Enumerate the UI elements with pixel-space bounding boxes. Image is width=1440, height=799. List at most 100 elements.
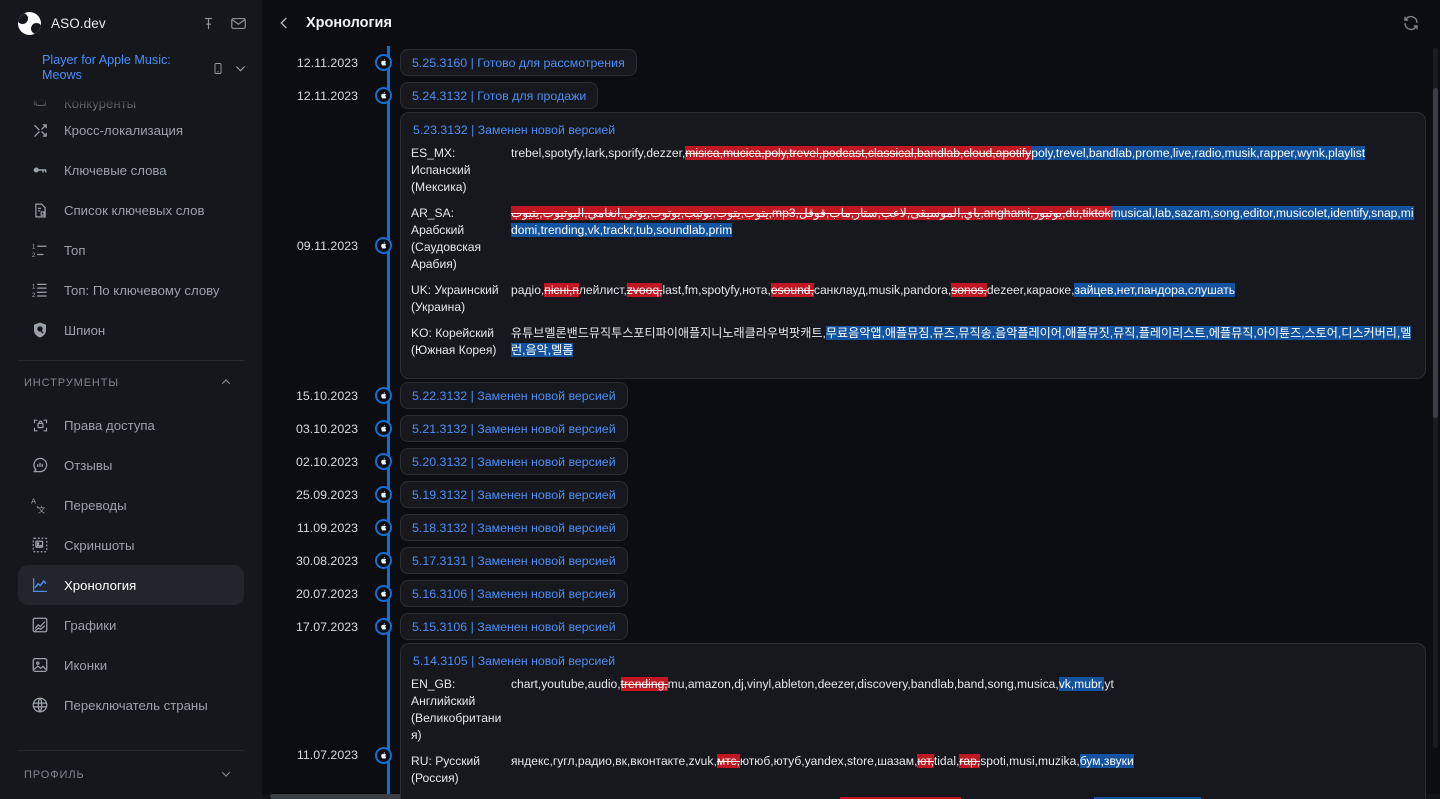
version-card-title: 5.14.3105 | Заменен новой версией [413,654,616,668]
keyword-added: vk,mubr, [1058,677,1105,691]
timeline-version-row: 12.11.2023 5.25.3160 | Готово для рассмот… [262,46,1426,79]
access-rights-icon [30,415,50,435]
charts-icon [30,615,50,635]
app-selector-name: Player for Apple Music: Meows [42,53,171,82]
chevron-up-icon[interactable] [220,376,232,391]
version-chip[interactable]: 5.22.3132 | Заменен новой версией [400,382,628,409]
chevron-down-icon[interactable] [220,768,232,783]
sidebar-item-timeline[interactable]: Хронология [18,565,244,605]
timeline-version-row: 20.07.2023 5.16.3106 | Заменен новой верс… [262,577,1426,610]
keyword-added: poly,trevel,bandlab,prome,live,radio,mus… [1031,146,1366,160]
apple-icon [374,87,392,104]
keyword-unchanged: trebel,spotyfy,lark,sporify,dezzer, [511,146,686,160]
version-chip[interactable]: 5.16.3106 | Заменен новой версией [400,580,628,607]
apple-icon [374,519,392,536]
shuffle-icon [30,120,50,140]
version-chip[interactable]: 5.15.3106 | Заменен новой версией [400,613,628,640]
chevron-down-icon[interactable] [232,62,248,75]
version-chip[interactable]: 5.25.3160 | Готово для рассмотрения [400,49,637,76]
keyword-unchanged: ютюб,ютуб,yandex,store,шазам, [739,754,918,768]
timeline-marker-cell [366,237,400,254]
version-card-title: 5.23.3132 | Заменен новой версией [413,123,616,137]
apple-icon [374,420,392,437]
app-root: ASO.dev Player for Apple Music: Meows Сп… [0,0,1440,799]
sidebar-item-access-rights[interactable]: Права доступа [18,405,244,445]
brand-logo-icon [18,11,41,35]
locale-diff-row: AR_SA: Арабский (Саудовская Арабия) du,ti… [411,205,1415,273]
sidebar-item-top-by-keyword[interactable]: 1 2 Топ: По ключевому слову [18,270,244,310]
sidebar-item-spy[interactable]: Шпион [18,310,244,350]
pin-icon[interactable] [198,13,218,33]
version-chip[interactable]: 5.17.3131 | Заменен новой версией [400,547,628,574]
timeline-version-row: 25.09.2023 5.19.3132 | Заменен новой верс… [262,478,1426,511]
main-panel: Хронология 12.11.2023 5.25.3160 | Готово … [262,0,1440,799]
timeline-marker-cell [366,87,400,104]
refresh-icon[interactable] [1400,12,1422,34]
svg-text:文: 文 [38,505,46,515]
apple-icon [374,552,392,569]
mail-icon[interactable] [228,13,248,33]
sidebar-item-icons[interactable]: Иконки [18,645,244,685]
version-chip[interactable]: 5.19.3132 | Заменен новой версией [400,481,628,508]
sidebar-item-reviews[interactable]: Отзывы [18,445,244,485]
version-chip[interactable]: 5.21.3132 | Заменен новой версией [400,415,628,442]
keyword-unchanged: last,fm,spotyfy,нота, [662,283,771,297]
apple-icon [374,387,392,404]
timeline-row-date: 12.11.2023 [296,88,358,103]
timeline-version-row: 15.10.2023 5.22.3132 | Заменен новой верс… [262,379,1426,412]
locale-diff-row: UK: Украинский (Украина) радіо,пісні,плей… [411,282,1415,316]
timeline-version-row: 30.08.2023 5.17.3131 | Заменен новой верс… [262,544,1426,577]
document-list-icon [30,200,50,220]
version-chip[interactable]: 5.20.3132 | Заменен новой версией [400,448,628,475]
sidebar-item-keywords[interactable]: Ключевые слова [18,150,244,190]
translate-icon: A 文 [30,495,50,515]
ranked-list-detail-icon: 1 2 [30,280,50,300]
sidebar-item-top-label: Топ [64,242,86,258]
version-detail-card[interactable]: 5.14.3105 | Заменен новой версией EN_GB: … [400,643,1426,799]
sidebar-item-charts[interactable]: Графики [18,605,244,645]
sidebar-item-apps-list[interactable]: Список приложений Конкуренты [18,90,244,110]
keyword-removed: пісні,п [544,283,579,297]
vertical-scrollbar-thumb[interactable] [1433,88,1438,418]
version-chip[interactable]: 5.18.3132 | Заменен новой версией [400,514,628,541]
sidebar-header: ASO.dev [0,0,262,46]
app-selector[interactable]: Player for Apple Music: Meows [0,46,262,90]
timeline-version-row: 17.07.2023 5.15.3106 | Заменен новой верс… [262,610,1426,643]
keyword-diff-text: du,tiktok,يوتيور,anghami,ياي,الموسيقى,لا… [511,205,1415,239]
keyword-unchanged: yt [1104,677,1114,691]
version-detail-card[interactable]: 5.23.3132 | Заменен новой версией ES_MX: … [400,112,1426,379]
timeline-row-date: 09.11.2023 [296,238,358,253]
svg-text:1: 1 [32,244,36,251]
brand-name: ASO.dev [51,15,106,31]
vertical-scrollbar[interactable] [1433,48,1438,748]
sidebar-item-icons-label: Иконки [64,657,108,673]
version-chip[interactable]: 5.24.3132 | Готов для продажи [400,82,599,109]
keyword-unchanged: dezeer,караоке, [986,283,1075,297]
sidebar-item-access-rights-label: Права доступа [64,417,155,433]
locale-diff-row: ES_MX: Испанский (Мексика) trebel,spotyfy… [411,145,1415,196]
sidebar-item-cross-localization[interactable]: Кросс-локализация [18,110,244,150]
sidebar-section-tools[interactable]: ИНСТРУМЕНТЫ [0,361,262,405]
timeline-version-row: 11.09.2023 5.18.3132 | Заменен новой верс… [262,511,1426,544]
locale-label: UK: Украинский (Украина) [411,283,499,314]
sidebar-item-charts-label: Графики [64,617,117,633]
svg-text:A: A [31,497,36,506]
chevron-left-icon[interactable] [272,11,296,35]
reviews-icon [30,455,50,475]
timeline-row-date: 17.07.2023 [295,619,358,634]
spy-shield-icon [30,320,50,340]
apple-icon [374,453,392,470]
sidebar-section-profile[interactable]: ПРОФИЛЬ [0,751,262,799]
sidebar-item-top-by-keyword-label: Топ: По ключевому слову [64,282,220,298]
sidebar-item-screenshots[interactable]: Скриншоты [18,525,244,565]
timeline-marker-cell [366,486,400,503]
sidebar-item-keyword-list[interactable]: Список ключевых слов [18,190,244,230]
timeline-version-row: 02.10.2023 5.20.3132 | Заменен новой верс… [262,445,1426,478]
sidebar-item-top[interactable]: 1 2 Топ [18,230,244,270]
timeline-marker-cell [366,453,400,470]
sidebar-item-translations[interactable]: A 文 Переводы [18,485,244,525]
sidebar-item-country-switcher[interactable]: Переключатель страны [18,685,244,725]
timeline-marker-cell [366,746,400,764]
keyword-removed: trending, [620,677,668,691]
apple-icon [374,618,392,635]
